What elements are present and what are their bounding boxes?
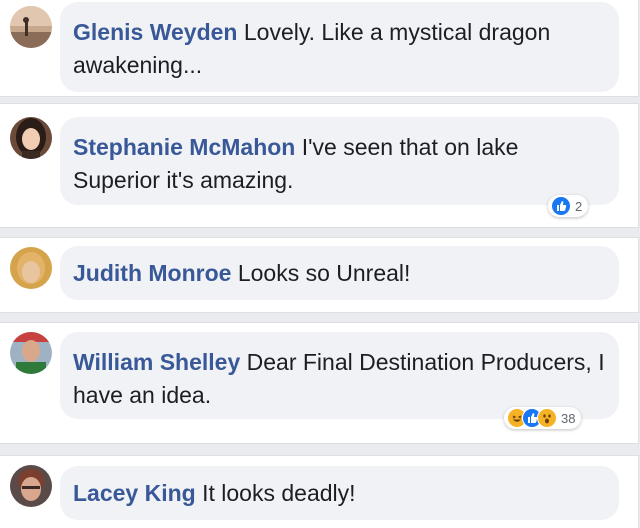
comment-bubble: William Shelley Dear Final Destination P…: [60, 332, 619, 419]
reactions-summary[interactable]: 38: [504, 407, 582, 429]
avatar[interactable]: [10, 332, 52, 374]
comment-bubble: Lacey King It looks deadly!: [60, 466, 619, 520]
comment-text: It looks deadly!: [202, 480, 356, 506]
avatar[interactable]: [10, 6, 52, 48]
comment-bubble: Judith Monroe Looks so Unreal!: [60, 246, 619, 300]
reaction-count: 2: [575, 198, 583, 214]
reactions-summary[interactable]: 2: [548, 195, 589, 217]
comment: Stephanie McMahon I've seen that on lake…: [0, 103, 639, 228]
avatar[interactable]: [10, 247, 52, 289]
comment-author[interactable]: Stephanie McMahon: [73, 134, 295, 160]
comment: Lacey King It looks deadly!: [0, 455, 639, 528]
comment-text: Looks so Unreal!: [237, 260, 411, 286]
reaction-count: 38: [561, 410, 576, 426]
comment-bubble: Stephanie McMahon I've seen that on lake…: [60, 117, 619, 205]
comment-author[interactable]: Judith Monroe: [73, 260, 231, 286]
comment-author[interactable]: William Shelley: [73, 349, 240, 375]
wow-icon: [537, 408, 557, 428]
avatar[interactable]: [10, 117, 52, 159]
comment-author[interactable]: Glenis Weyden: [73, 19, 237, 45]
comment-author[interactable]: Lacey King: [73, 480, 196, 506]
comment-bubble: Glenis Weyden Lovely. Like a mystical dr…: [60, 2, 619, 92]
comment: William Shelley Dear Final Destination P…: [0, 322, 639, 444]
comment: Judith Monroe Looks so Unreal!: [0, 237, 639, 313]
like-icon: [551, 196, 571, 216]
comment: Glenis Weyden Lovely. Like a mystical dr…: [0, 0, 639, 97]
avatar[interactable]: [10, 465, 52, 507]
